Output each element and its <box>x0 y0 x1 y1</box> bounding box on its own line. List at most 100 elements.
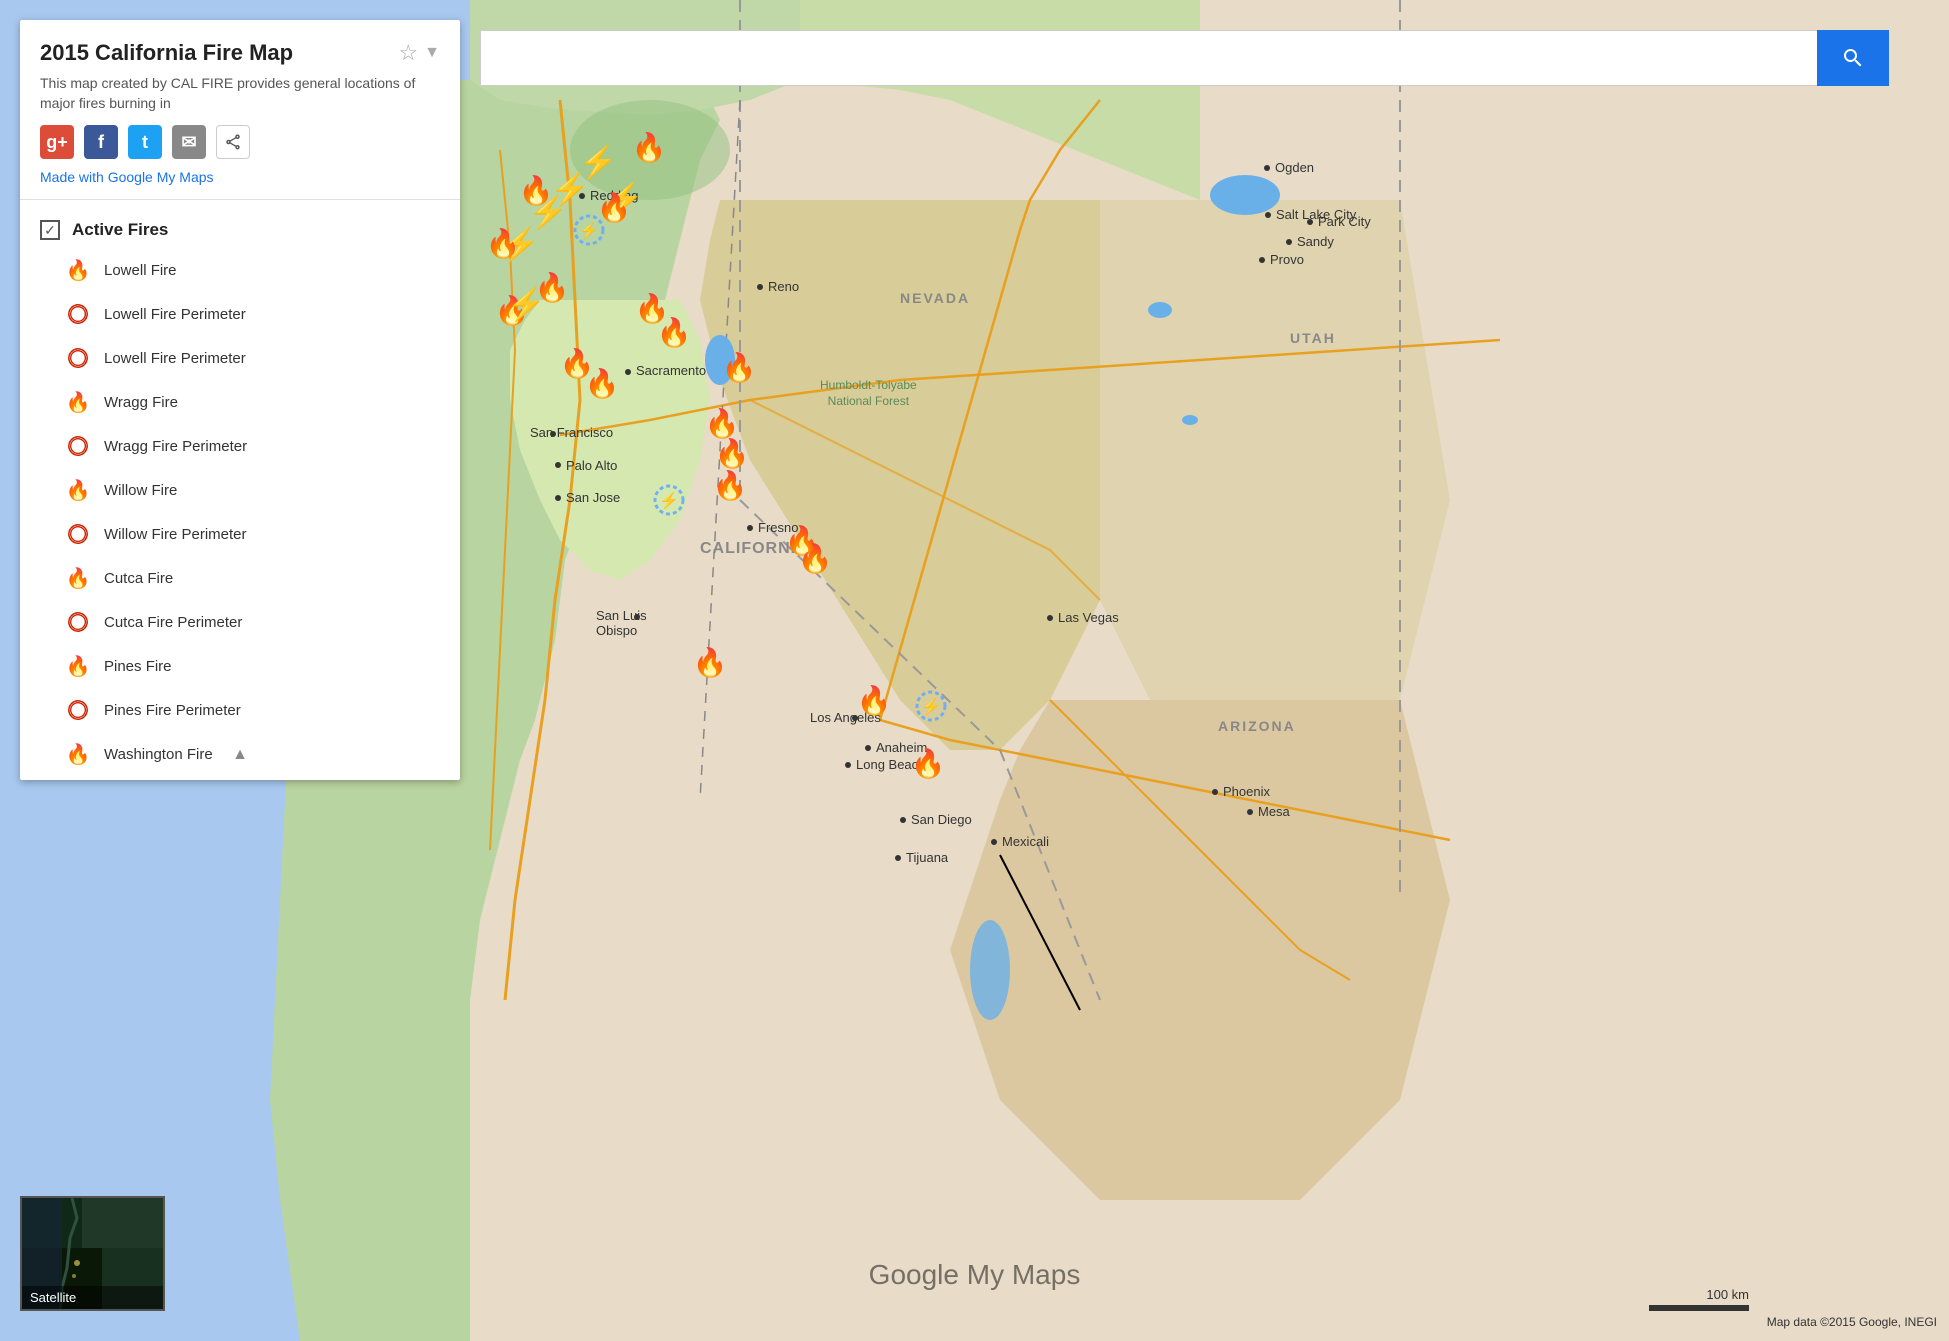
forest-label: Humboldt-ToiyabeNational Forest <box>820 378 917 409</box>
layer-item-lowell-fire[interactable]: 🔥 Lowell Fire <box>20 248 460 292</box>
fire-marker-11[interactable]: 🔥 <box>722 354 757 382</box>
satellite-label: Satellite <box>22 1286 163 1309</box>
perimeter-marker-2[interactable]: ⚡ <box>651 482 687 522</box>
layer-label-lowell-fire-perimeter-1: Lowell Fire Perimeter <box>104 306 246 323</box>
fire-marker-14[interactable]: 🔥 <box>713 472 748 500</box>
fire-marker-17[interactable]: 🔥 <box>798 545 833 573</box>
perimeter-icon-lowell-fire-perimeter-1 <box>64 300 92 328</box>
layer-label-washington-fire: Washington Fire <box>104 746 213 763</box>
perimeter-marker-3[interactable]: ⚡ <box>913 688 949 728</box>
made-with-link[interactable]: Made with Google My Maps <box>40 169 214 185</box>
layer-label-cutca-fire: Cutca Fire <box>104 570 173 587</box>
google-share-button[interactable]: g+ <box>40 125 74 159</box>
layer-item-lowell-fire-perimeter-2[interactable]: Lowell Fire Perimeter <box>20 336 460 380</box>
layer-item-cutca-fire[interactable]: 🔥 Cutca Fire <box>20 556 460 600</box>
share-button[interactable] <box>216 125 250 159</box>
arizona-label: ARIZONA <box>1218 718 1296 734</box>
twitter-share-button[interactable]: t <box>128 125 162 159</box>
layers-list: 🔥 Lowell Fire Lowell Fire Perimeter Lowe… <box>20 248 460 780</box>
layer-item-wragg-fire-perimeter[interactable]: Wragg Fire Perimeter <box>20 424 460 468</box>
satellite-thumbnail[interactable]: Satellite <box>20 1196 165 1311</box>
email-share-button[interactable]: ✉ <box>172 125 206 159</box>
city-dot-parkcity <box>1307 219 1313 225</box>
scroll-up-button[interactable]: ▲ <box>232 746 248 764</box>
city-dot-sanjose <box>555 495 561 501</box>
layer-item-cutca-fire-perimeter[interactable]: Cutca Fire Perimeter <box>20 600 460 644</box>
lightning-marker-4[interactable]: ⚡ <box>528 196 568 228</box>
favorite-star-icon[interactable]: ☆ <box>398 40 418 66</box>
layer-item-willow-fire-perimeter[interactable]: Willow Fire Perimeter <box>20 512 460 556</box>
city-dot-tijuana <box>895 855 901 861</box>
city-dot-mexicali <box>991 839 997 845</box>
active-fires-checkbox[interactable]: ✓ <box>40 220 60 240</box>
city-label-ogden: Ogden <box>1275 160 1314 175</box>
map-attribution: Map data ©2015 Google, INEGI <box>1767 1315 1937 1329</box>
city-label-paloalto: Palo Alto <box>566 458 617 473</box>
layer-label-pines-fire: Pines Fire <box>104 658 172 675</box>
layers-section: ✓ Active Fires 🔥 Lowell Fire Lowell Fire… <box>20 200 460 780</box>
fire-marker-8[interactable]: 🔥 <box>657 319 692 347</box>
fire-marker-12[interactable]: 🔥 <box>705 410 740 438</box>
city-dot-lb <box>845 762 851 768</box>
fire-icon-wragg-fire: 🔥 <box>64 388 92 416</box>
fire-icon-washington-fire: 🔥 <box>64 740 92 768</box>
layer-item-lowell-fire-perimeter-1[interactable]: Lowell Fire Perimeter <box>20 292 460 336</box>
fire-marker-13[interactable]: 🔥 <box>715 440 750 468</box>
layer-label-willow-fire: Willow Fire <box>104 482 177 499</box>
svg-text:⚡: ⚡ <box>579 221 599 240</box>
fire-marker-1[interactable]: 🔥 <box>632 134 667 162</box>
city-dot-slc <box>1265 212 1271 218</box>
dropdown-icon[interactable]: ▼ <box>424 44 440 62</box>
scale-bar: 100 km <box>1649 1287 1749 1311</box>
fire-marker-19[interactable]: 🔥 <box>911 750 946 778</box>
city-dot-sd <box>900 817 906 823</box>
utah-label: UTAH <box>1290 330 1336 346</box>
city-label-sanjose: San Jose <box>566 490 620 505</box>
layer-label-pines-fire-perimeter: Pines Fire Perimeter <box>104 702 241 719</box>
city-label-phoenix: Phoenix <box>1223 784 1270 799</box>
layer-label-lowell-fire-perimeter-2: Lowell Fire Perimeter <box>104 350 246 367</box>
lightning-marker-6[interactable]: ⚡ <box>506 288 546 320</box>
fire-marker-10[interactable]: 🔥 <box>585 370 620 398</box>
perimeter-icon-pines-fire-perimeter <box>64 696 92 724</box>
search-input[interactable] <box>480 30 1817 86</box>
city-label-sf: San Francisco <box>530 425 613 440</box>
active-fires-label: Active Fires <box>72 220 168 240</box>
search-button[interactable] <box>1817 30 1889 86</box>
social-icons: g+ f t ✉ <box>40 125 440 159</box>
city-label-reno: Reno <box>768 279 799 294</box>
layer-item-washington-fire-perimeter[interactable]: Washington Fire Perimeter <box>20 776 460 780</box>
city-dot-sf <box>550 431 556 437</box>
city-label-sandy: Sandy <box>1297 234 1334 249</box>
sidebar-subtitle: This map created by CAL FIRE provides ge… <box>40 74 440 113</box>
layer-item-pines-fire[interactable]: 🔥 Pines Fire <box>20 644 460 688</box>
active-fires-header[interactable]: ✓ Active Fires <box>20 212 460 248</box>
city-dot-anaheim <box>865 745 871 751</box>
layer-item-pines-fire-perimeter[interactable]: Pines Fire Perimeter <box>20 688 460 732</box>
city-label-slo: San LuisObispo <box>596 608 647 638</box>
sidebar: 2015 California Fire Map ☆ ▼ This map cr… <box>20 20 460 780</box>
fire-marker-4[interactable]: 🔥 <box>597 194 632 222</box>
svg-text:⚡: ⚡ <box>921 697 941 716</box>
city-label-lv: Las Vegas <box>1058 610 1119 625</box>
city-label-sd: San Diego <box>911 812 972 827</box>
layer-item-willow-fire[interactable]: 🔥 Willow Fire <box>20 468 460 512</box>
city-dot-reno <box>757 284 763 290</box>
fire-marker-15[interactable]: 🔥 <box>693 649 728 677</box>
layer-item-wragg-fire[interactable]: 🔥 Wragg Fire <box>20 380 460 424</box>
city-dot-provo <box>1259 257 1265 263</box>
layer-label-cutca-fire-perimeter: Cutca Fire Perimeter <box>104 614 242 631</box>
city-dot-slo <box>634 614 640 620</box>
city-label-sacramento: Sacramento <box>636 363 706 378</box>
city-dot-mesa <box>1247 809 1253 815</box>
layer-label-willow-fire-perimeter: Willow Fire Perimeter <box>104 526 247 543</box>
fire-icon-lowell-fire: 🔥 <box>64 256 92 284</box>
fire-marker-3[interactable]: 🔥 <box>486 230 521 258</box>
fire-marker-18[interactable]: 🔥 <box>857 687 892 715</box>
city-label-provo: Provo <box>1270 252 1304 267</box>
city-label-mexicali: Mexicali <box>1002 834 1049 849</box>
city-dot-lv <box>1047 615 1053 621</box>
layer-label-lowell-fire: Lowell Fire <box>104 262 177 279</box>
facebook-share-button[interactable]: f <box>84 125 118 159</box>
city-label-mesa: Mesa <box>1258 804 1290 819</box>
